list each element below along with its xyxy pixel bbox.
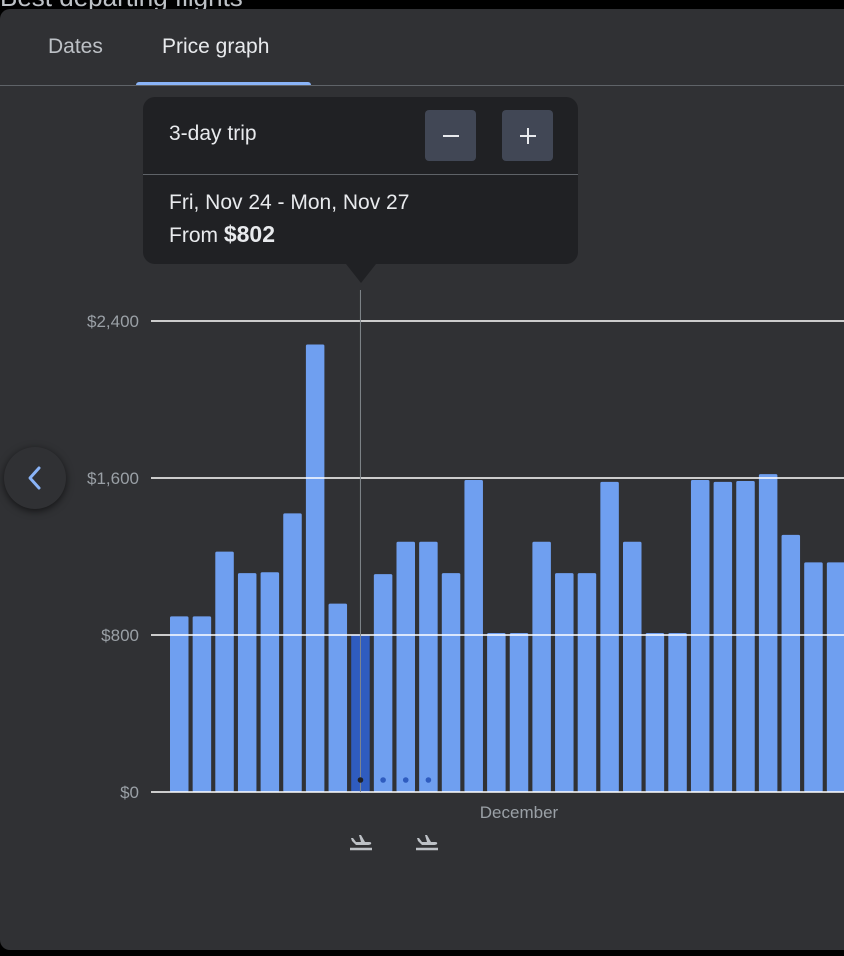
y-tick-label: $0 xyxy=(120,783,139,802)
increase-trip-button[interactable] xyxy=(502,110,553,161)
trip-day-dot xyxy=(402,777,409,783)
return-icon xyxy=(416,835,438,851)
price-bar[interactable] xyxy=(600,481,619,792)
price-bar[interactable] xyxy=(396,541,416,792)
price-bar[interactable] xyxy=(690,479,710,792)
trip-day-dot xyxy=(425,777,432,783)
price-bar[interactable] xyxy=(826,562,844,792)
price-bar[interactable] xyxy=(509,633,529,792)
price-bar[interactable] xyxy=(736,480,755,792)
trip-length-label: 3-day trip xyxy=(169,122,257,145)
price-bar[interactable] xyxy=(645,633,665,792)
chevron-left-icon xyxy=(28,466,41,490)
price-bar[interactable] xyxy=(192,616,212,792)
trip-day-dot xyxy=(357,777,364,783)
price-bar[interactable] xyxy=(464,479,483,792)
price-bar[interactable] xyxy=(260,572,280,792)
x-axis-month-label: December xyxy=(480,803,559,822)
plus-icon xyxy=(519,127,536,144)
price-bar[interactable] xyxy=(758,474,778,792)
trip-day-dot xyxy=(380,777,386,783)
price-bar[interactable] xyxy=(419,541,438,792)
price-bar[interactable] xyxy=(555,573,574,792)
price-bar[interactable] xyxy=(804,562,823,792)
price-bar[interactable] xyxy=(373,574,393,792)
y-tick-label: $800 xyxy=(101,626,139,645)
price-bar[interactable] xyxy=(441,573,461,792)
price-value: $802 xyxy=(223,221,276,247)
popup-pointer xyxy=(346,264,376,283)
price-prefix: From xyxy=(169,224,218,247)
price-bar[interactable] xyxy=(237,573,257,792)
minus-icon xyxy=(442,134,459,137)
trip-price: From $802 xyxy=(169,221,275,248)
price-bar[interactable] xyxy=(623,541,642,792)
popup-divider xyxy=(143,174,578,175)
price-bar[interactable] xyxy=(713,481,733,792)
y-tick-label: $2,400 xyxy=(87,312,139,331)
previous-dates-button[interactable] xyxy=(4,447,66,509)
trip-dates: Fri, Nov 24 - Mon, Nov 27 xyxy=(169,191,410,214)
price-bar[interactable] xyxy=(577,573,597,792)
price-bar[interactable] xyxy=(781,534,801,792)
price-bar[interactable] xyxy=(532,541,551,792)
departure-icon xyxy=(350,835,372,851)
trip-popup: 3-day trip Fri, Nov 24 - Mon, Nov 27 Fro… xyxy=(143,97,578,264)
price-bar[interactable] xyxy=(170,616,189,792)
y-tick-label: $1,600 xyxy=(87,469,139,488)
price-bar[interactable] xyxy=(487,633,506,792)
price-bar[interactable] xyxy=(668,633,687,792)
price-bar[interactable] xyxy=(305,344,325,792)
price-bar[interactable] xyxy=(215,551,234,792)
price-bar[interactable] xyxy=(328,603,348,792)
price-bar[interactable] xyxy=(283,513,302,792)
decrease-trip-button[interactable] xyxy=(425,110,476,161)
